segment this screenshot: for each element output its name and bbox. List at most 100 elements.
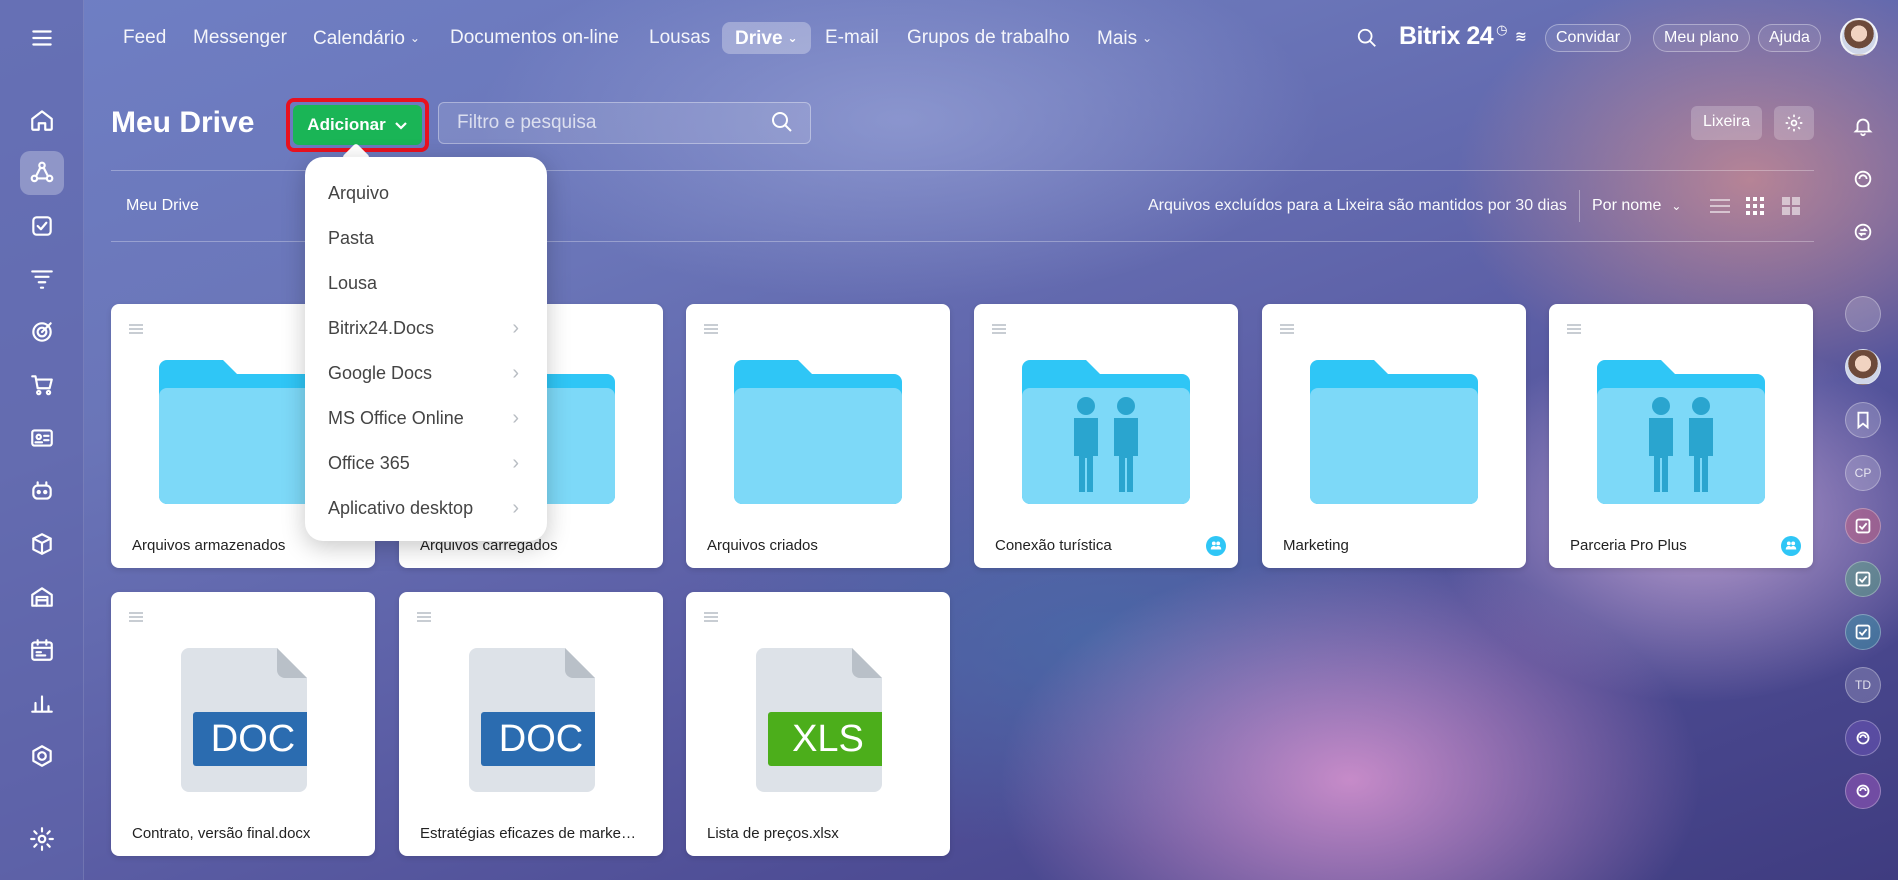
spreadsheet-card[interactable]: XLS Lista de preços.xlsx (686, 592, 950, 856)
chat-avatar[interactable] (1845, 296, 1881, 332)
notifications-bell-icon[interactable] (1845, 108, 1881, 144)
right-sidebar: CP TD (1836, 96, 1898, 880)
drag-handle-icon[interactable] (417, 612, 431, 622)
folder-card[interactable]: Marketing (1262, 304, 1526, 568)
task-chat-icon[interactable] (1845, 561, 1881, 597)
menu-item-label: Bitrix24.Docs (328, 318, 435, 338)
nav-online-documents[interactable]: Documentos on-line (450, 22, 619, 54)
menu-item-bitrix24-docs[interactable]: Bitrix24.Docs › (305, 308, 547, 348)
contacts-card-icon[interactable] (20, 416, 64, 460)
shared-group-icon (1781, 536, 1801, 556)
robot-icon[interactable] (20, 469, 64, 513)
nav-feed[interactable]: Feed (123, 22, 166, 54)
menu-item-file[interactable]: Arquivo (305, 173, 547, 213)
file-name[interactable]: Marketing (1283, 537, 1349, 554)
target-icon[interactable] (20, 310, 64, 354)
nav-drive[interactable]: Drive ⌄ (722, 22, 811, 54)
menu-item-label: Pasta (328, 228, 375, 248)
analytics-icon[interactable] (20, 681, 64, 725)
menu-item-board[interactable]: Lousa (305, 263, 547, 303)
group-folder-icon (1022, 360, 1190, 504)
nav-boards[interactable]: Lousas (649, 22, 710, 54)
copilot-chat-icon[interactable] (1845, 773, 1881, 809)
drag-handle-icon[interactable] (992, 324, 1006, 334)
nav-calendar[interactable]: Calendário ⌄ (313, 22, 420, 54)
cart-icon[interactable] (20, 363, 64, 407)
warehouse-icon[interactable] (20, 575, 64, 619)
copilot-icon[interactable] (1845, 161, 1881, 197)
drag-handle-icon[interactable] (704, 612, 718, 622)
market-icon[interactable] (20, 734, 64, 778)
group-folder-card[interactable]: Parceria Pro Plus (1549, 304, 1813, 568)
file-name[interactable]: Conexão turística (995, 537, 1112, 554)
task-chat-icon[interactable] (1845, 508, 1881, 544)
menu-item-label: Office 365 (328, 453, 410, 473)
tasks-icon[interactable] (20, 204, 64, 248)
file-name[interactable]: Arquivos armazenados (132, 537, 285, 554)
group-folder-card[interactable]: Conexão turística (974, 304, 1238, 568)
document-card[interactable]: DOC Contrato, versão final.docx (111, 592, 375, 856)
chevron-right-icon: › (512, 407, 519, 429)
file-name[interactable]: Estratégias eficazes de marketing.docx (420, 825, 640, 842)
drag-handle-icon[interactable] (704, 324, 718, 334)
home-icon[interactable] (20, 98, 64, 142)
brand-text: Bitrix 24 (1399, 22, 1494, 50)
copilot-chat-icon[interactable] (1845, 720, 1881, 756)
bookmark-icon[interactable] (1845, 402, 1881, 438)
sort-dropdown[interactable]: Por nome ⌄ (1592, 197, 1681, 215)
list-view-icon[interactable] (1708, 194, 1732, 218)
menu-item-ms-office-online[interactable]: MS Office Online › (305, 398, 547, 438)
file-name[interactable]: Contrato, versão final.docx (132, 825, 310, 842)
box-icon[interactable] (20, 522, 64, 566)
menu-item-google-docs[interactable]: Google Docs › (305, 353, 547, 393)
nav-email[interactable]: E-mail (825, 22, 879, 54)
file-name[interactable]: Lista de preços.xlsx (707, 825, 839, 842)
drag-handle-icon[interactable] (1567, 324, 1581, 334)
drive-icon[interactable] (20, 151, 64, 195)
nav-workgroups[interactable]: Grupos de trabalho (907, 22, 1070, 54)
large-tiles-view-icon[interactable] (1779, 194, 1803, 218)
folder-icon (734, 360, 902, 504)
initials-label: TD (1855, 678, 1871, 692)
search-input[interactable] (438, 102, 811, 144)
document-card[interactable]: DOC Estratégias eficazes de marketing.do… (399, 592, 663, 856)
drag-handle-icon[interactable] (129, 612, 143, 622)
file-name[interactable]: Arquivos criados (707, 537, 818, 554)
add-menu: Arquivo Pasta Lousa Bitrix24.Docs › Googl… (305, 157, 547, 541)
chat-initials[interactable]: CP (1845, 455, 1881, 491)
crm-funnel-icon[interactable] (20, 257, 64, 301)
invite-button[interactable]: Convidar (1545, 24, 1632, 52)
drag-handle-icon[interactable] (1280, 324, 1294, 334)
breadcrumb[interactable]: Meu Drive (126, 197, 199, 215)
folder-card[interactable]: Arquivos criados (686, 304, 950, 568)
add-button[interactable]: Adicionar (293, 105, 422, 145)
nav-drive-label: Drive (735, 28, 783, 49)
menu-item-desktop-app[interactable]: Aplicativo desktop › (305, 488, 547, 528)
clock-icon: ◷ (1496, 22, 1508, 37)
chevron-right-icon: › (512, 362, 519, 384)
avatar[interactable] (1840, 18, 1878, 56)
nav-more[interactable]: Mais ⌄ (1097, 22, 1152, 54)
drag-handle-icon[interactable] (129, 324, 143, 334)
xls-file-icon: XLS (756, 648, 882, 792)
sliders-icon[interactable]: ≋ (1515, 28, 1527, 44)
my-plan-button[interactable]: Meu plano (1653, 24, 1750, 52)
task-chat-icon[interactable] (1845, 614, 1881, 650)
search-icon[interactable] (1356, 27, 1378, 49)
nav-messenger[interactable]: Messenger (193, 22, 287, 54)
trash-button[interactable]: Lixeira (1691, 106, 1763, 140)
menu-item-folder[interactable]: Pasta (305, 218, 547, 258)
calendar-list-icon[interactable] (20, 628, 64, 672)
settings-gear-icon[interactable] (20, 817, 64, 861)
chat-refresh-icon[interactable] (1845, 214, 1881, 250)
search-icon[interactable] (770, 110, 794, 134)
grid-view-icon[interactable] (1743, 194, 1767, 218)
drive-settings-button[interactable] (1774, 106, 1814, 140)
menu-item-office-365[interactable]: Office 365 › (305, 443, 547, 483)
chat-initials[interactable]: TD (1845, 667, 1881, 703)
file-name[interactable]: Parceria Pro Plus (1570, 537, 1687, 554)
user-avatar[interactable] (1845, 349, 1881, 385)
menu-item-label: MS Office Online (328, 408, 464, 428)
menu-icon[interactable] (20, 16, 64, 60)
help-button[interactable]: Ajuda (1758, 24, 1821, 52)
